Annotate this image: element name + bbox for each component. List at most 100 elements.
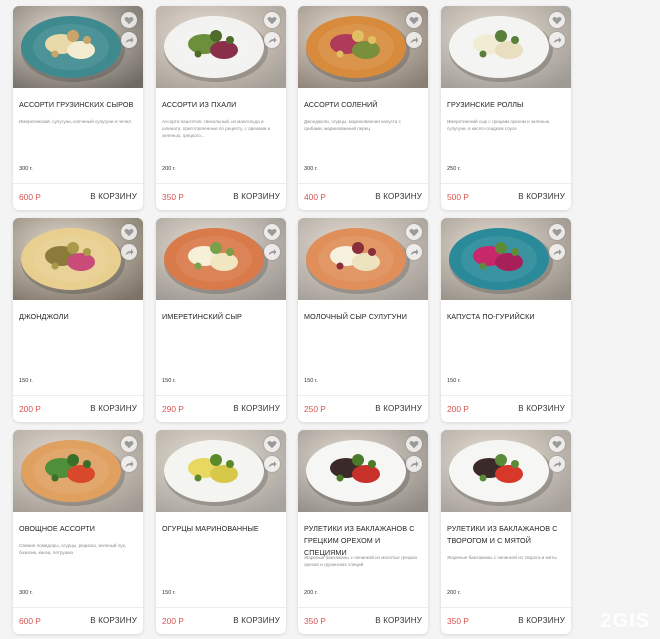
product-footer: 600 Р В КОРЗИНУ <box>13 607 143 634</box>
product-card[interactable]: Огурцы маринованные 150 г. 200 Р В КОРЗИНУ <box>156 430 286 634</box>
product-card[interactable]: Рулетики из баклажанов с грецким орехом … <box>298 430 428 634</box>
product-title[interactable]: Ассорти из пхали <box>162 99 280 111</box>
product-photo[interactable] <box>441 430 571 512</box>
product-photo[interactable] <box>298 218 428 300</box>
product-card[interactable]: Молочный сыр сулугуни 150 г. 250 Р В КОРЗИН… <box>298 218 428 422</box>
add-to-cart-button[interactable]: В КОРЗИНУ <box>375 404 422 413</box>
product-weight: 150 г. <box>304 378 318 384</box>
product-price: 600 Р <box>19 192 41 202</box>
favorite-heart-icon[interactable] <box>549 224 565 240</box>
add-to-cart-button[interactable]: В КОРЗИНУ <box>375 616 422 625</box>
share-arrow-icon[interactable] <box>549 456 565 472</box>
share-arrow-icon[interactable] <box>406 456 422 472</box>
favorite-heart-icon[interactable] <box>406 436 422 452</box>
favorite-heart-icon[interactable] <box>264 224 280 240</box>
add-to-cart-button[interactable]: В КОРЗИНУ <box>233 192 280 201</box>
product-title[interactable]: Капуста по-гурийски <box>447 311 565 323</box>
add-to-cart-button[interactable]: В КОРЗИНУ <box>233 616 280 625</box>
product-title[interactable]: Рулетики из баклажанов с творогом и с мя… <box>447 523 565 547</box>
product-title[interactable]: Имеретинский сыр <box>162 311 280 323</box>
product-card[interactable]: Имеретинский сыр 150 г. 290 Р В КОРЗИНУ <box>156 218 286 422</box>
product-weight: 300 г. <box>304 166 318 172</box>
product-title[interactable]: Огурцы маринованные <box>162 523 280 535</box>
favorite-heart-icon[interactable] <box>121 12 137 28</box>
favorite-heart-icon[interactable] <box>264 436 280 452</box>
product-title[interactable]: Ассорти солений <box>304 99 422 111</box>
product-info: Имеретинский сыр 150 г. 290 Р В КОРЗИНУ <box>156 300 286 422</box>
share-arrow-icon[interactable] <box>121 244 137 260</box>
product-description: Имеретинский сыр с грецким орехом и зеле… <box>447 119 551 131</box>
product-photo[interactable] <box>156 430 286 512</box>
product-price: 500 Р <box>447 192 469 202</box>
product-card[interactable]: Капуста по-гурийски 150 г. 200 Р В КОРЗИНУ <box>441 218 571 422</box>
product-footer: 200 Р В КОРЗИНУ <box>441 395 571 422</box>
product-photo[interactable] <box>13 6 143 88</box>
product-footer: 350 Р В КОРЗИНУ <box>156 183 286 210</box>
product-title[interactable]: Овощное ассорти <box>19 523 137 535</box>
product-footer: 250 Р В КОРЗИНУ <box>298 395 428 422</box>
product-weight: 150 г. <box>19 378 33 384</box>
product-title[interactable]: Ассорти грузинских сыров <box>19 99 137 111</box>
product-photo[interactable] <box>298 430 428 512</box>
favorite-heart-icon[interactable] <box>406 224 422 240</box>
product-card[interactable]: Овощное ассорти Свежие помидоры, огурцы, … <box>13 430 143 634</box>
favorite-heart-icon[interactable] <box>121 224 137 240</box>
share-arrow-icon[interactable] <box>264 244 280 260</box>
product-photo[interactable] <box>441 6 571 88</box>
product-description: Жареные баклажаны с начинкой из творога … <box>447 555 557 560</box>
add-to-cart-button[interactable]: В КОРЗИНУ <box>90 192 137 201</box>
product-price: 200 Р <box>19 404 41 414</box>
product-photo[interactable] <box>13 218 143 300</box>
favorite-heart-icon[interactable] <box>264 12 280 28</box>
add-to-cart-button[interactable]: В КОРЗИНУ <box>518 616 565 625</box>
product-card[interactable]: Рулетики из баклажанов с творогом и с мя… <box>441 430 571 634</box>
favorite-heart-icon[interactable] <box>406 12 422 28</box>
product-card[interactable]: Ассорти из пхали Ассорти паштетов: свекол… <box>156 6 286 210</box>
share-arrow-icon[interactable] <box>549 244 565 260</box>
share-arrow-icon[interactable] <box>549 32 565 48</box>
favorite-heart-icon[interactable] <box>121 436 137 452</box>
product-description: Жареные баклажаны с начинкой из молотых … <box>304 555 418 567</box>
share-arrow-icon[interactable] <box>264 456 280 472</box>
favorite-heart-icon[interactable] <box>549 436 565 452</box>
product-card[interactable]: Ассорти грузинских сыров Имеретинский, су… <box>13 6 143 210</box>
product-price: 290 Р <box>162 404 184 414</box>
favorite-heart-icon[interactable] <box>549 12 565 28</box>
product-card[interactable]: Ассорти солений Джонджоли, огурцы, марино… <box>298 6 428 210</box>
add-to-cart-button[interactable]: В КОРЗИНУ <box>375 192 422 201</box>
add-to-cart-button[interactable]: В КОРЗИНУ <box>518 404 565 413</box>
product-info: Огурцы маринованные 150 г. 200 Р В КОРЗИНУ <box>156 512 286 634</box>
product-photo[interactable] <box>156 218 286 300</box>
product-info: Ассорти из пхали Ассорти паштетов: свекол… <box>156 88 286 210</box>
product-card[interactable]: Грузинские роллы Имеретинский сыр с грецк… <box>441 6 571 210</box>
add-to-cart-button[interactable]: В КОРЗИНУ <box>90 616 137 625</box>
product-photo[interactable] <box>298 6 428 88</box>
product-photo[interactable] <box>13 430 143 512</box>
product-grid: Ассорти грузинских сыров Имеретинский, су… <box>0 0 660 639</box>
share-arrow-icon[interactable] <box>406 244 422 260</box>
product-footer: 200 Р В КОРЗИНУ <box>156 607 286 634</box>
share-arrow-icon[interactable] <box>264 32 280 48</box>
product-weight: 200 г. <box>447 590 461 596</box>
product-title[interactable]: Грузинские роллы <box>447 99 565 111</box>
product-weight: 200 г. <box>162 166 176 172</box>
product-title[interactable]: Молочный сыр сулугуни <box>304 311 422 323</box>
product-info: Джонджоли 150 г. 200 Р В КОРЗИНУ <box>13 300 143 422</box>
product-description: Ассорти паштетов: свекольный, из манголь… <box>162 119 271 138</box>
share-arrow-icon[interactable] <box>121 32 137 48</box>
product-photo[interactable] <box>156 6 286 88</box>
watermark: 2GIS <box>600 610 650 632</box>
product-footer: 400 Р В КОРЗИНУ <box>298 183 428 210</box>
product-photo[interactable] <box>441 218 571 300</box>
share-arrow-icon[interactable] <box>406 32 422 48</box>
product-info: Овощное ассорти Свежие помидоры, огурцы, … <box>13 512 143 634</box>
product-price: 350 Р <box>304 616 326 626</box>
product-weight: 150 г. <box>162 378 176 384</box>
add-to-cart-button[interactable]: В КОРЗИНУ <box>233 404 280 413</box>
product-card[interactable]: Джонджоли 150 г. 200 Р В КОРЗИНУ <box>13 218 143 422</box>
share-arrow-icon[interactable] <box>121 456 137 472</box>
add-to-cart-button[interactable]: В КОРЗИНУ <box>90 404 137 413</box>
add-to-cart-button[interactable]: В КОРЗИНУ <box>518 192 565 201</box>
product-title[interactable]: Джонджоли <box>19 311 137 323</box>
product-price: 350 Р <box>162 192 184 202</box>
